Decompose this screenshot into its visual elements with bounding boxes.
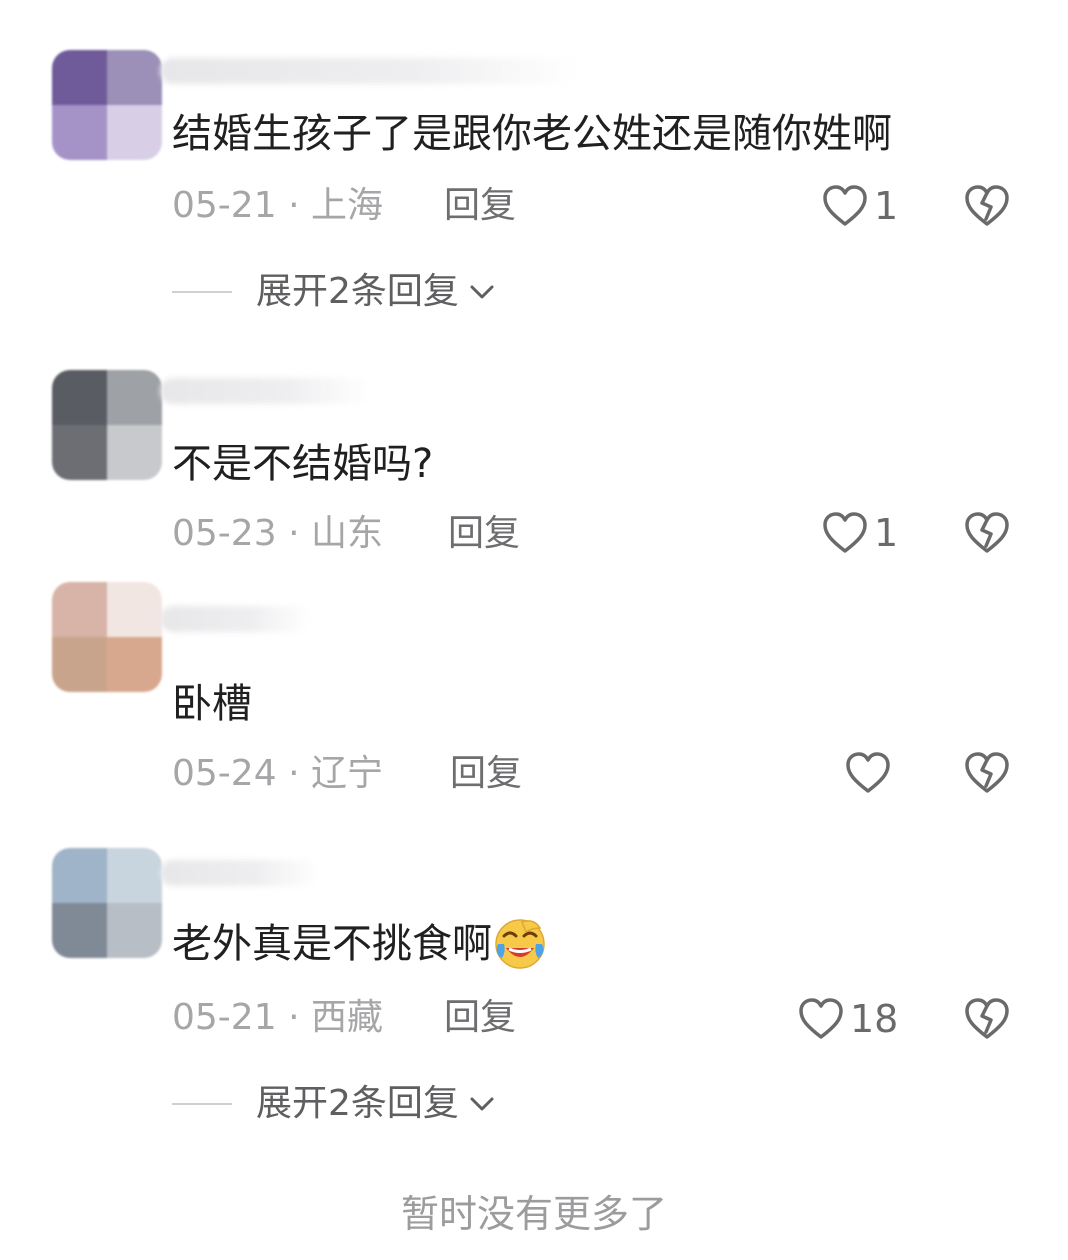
meta-separator: · — [288, 185, 311, 226]
expand-replies[interactable]: 展开2条回复 — [172, 1082, 497, 1126]
comment-text: 卧槽 — [172, 681, 252, 727]
comment-location: 西藏 — [310, 997, 383, 1038]
like-button[interactable] — [843, 748, 893, 798]
broken-heart-icon — [965, 512, 1009, 553]
chevron-down-icon — [470, 285, 494, 299]
comment-location: 上海 — [310, 185, 383, 226]
like-count: 1 — [874, 184, 899, 228]
divider-line — [172, 1103, 232, 1105]
comment-text: 结婚生孩子了是跟你老公姓还是随你姓啊 — [172, 111, 892, 157]
comment-meta: 05-23 · 山东 — [172, 512, 383, 556]
avatar[interactable] — [52, 582, 162, 692]
username-blurred — [160, 378, 370, 404]
comment-meta: 05-24 · 辽宁 — [172, 752, 383, 796]
reply-button[interactable]: 回复 — [450, 752, 522, 796]
avatar[interactable] — [52, 370, 162, 480]
broken-heart-icon — [965, 185, 1009, 226]
chevron-down-icon — [470, 1097, 494, 1111]
like-button[interactable]: 18 — [796, 994, 898, 1044]
comment-location: 山东 — [310, 513, 383, 554]
heart-icon — [846, 752, 890, 793]
dislike-button[interactable] — [962, 748, 1012, 798]
username-blurred — [160, 606, 310, 632]
broken-heart-icon — [965, 998, 1009, 1039]
like-count: 18 — [850, 997, 899, 1041]
comment-text-content: 老外真是不挑食啊 — [172, 921, 492, 967]
like-button[interactable]: 1 — [820, 508, 898, 558]
meta-separator: · — [288, 997, 311, 1038]
comment-date: 05-21 — [172, 185, 277, 226]
reply-button[interactable]: 回复 — [448, 512, 520, 556]
comment-date: 05-24 — [172, 753, 277, 794]
comment-meta: 05-21 · 西藏 — [172, 996, 383, 1040]
expand-replies-label: 展开2条回复 — [256, 271, 459, 312]
dislike-button[interactable] — [962, 994, 1012, 1044]
meta-separator: · — [288, 513, 311, 554]
comment-location: 辽宁 — [310, 753, 383, 794]
heart-icon — [823, 185, 867, 226]
dislike-button[interactable] — [962, 181, 1012, 231]
avatar[interactable] — [52, 848, 162, 958]
comment-text: 老外真是不挑食啊 — [172, 918, 548, 970]
divider-line — [172, 291, 232, 293]
laughing-crying-emoji — [495, 919, 545, 969]
reply-button[interactable]: 回复 — [444, 184, 516, 228]
like-count: 1 — [874, 511, 899, 555]
like-button[interactable]: 1 — [820, 181, 898, 231]
expand-replies-label: 展开2条回复 — [256, 1083, 459, 1124]
comment-text: 不是不结婚吗? — [172, 441, 434, 487]
heart-icon — [823, 512, 867, 553]
reply-button[interactable]: 回复 — [444, 996, 516, 1040]
comment-meta: 05-21 · 上海 — [172, 184, 383, 228]
broken-heart-icon — [965, 752, 1009, 793]
meta-separator: · — [288, 753, 311, 794]
no-more-footer: 暂时没有更多了 — [400, 1192, 667, 1236]
expand-replies[interactable]: 展开2条回复 — [172, 270, 497, 314]
dislike-button[interactable] — [962, 508, 1012, 558]
heart-icon — [799, 998, 843, 1039]
username-blurred — [160, 58, 580, 84]
avatar[interactable] — [52, 50, 162, 160]
comment-date: 05-21 — [172, 997, 277, 1038]
username-blurred — [160, 860, 320, 886]
comment-date: 05-23 — [172, 513, 277, 554]
